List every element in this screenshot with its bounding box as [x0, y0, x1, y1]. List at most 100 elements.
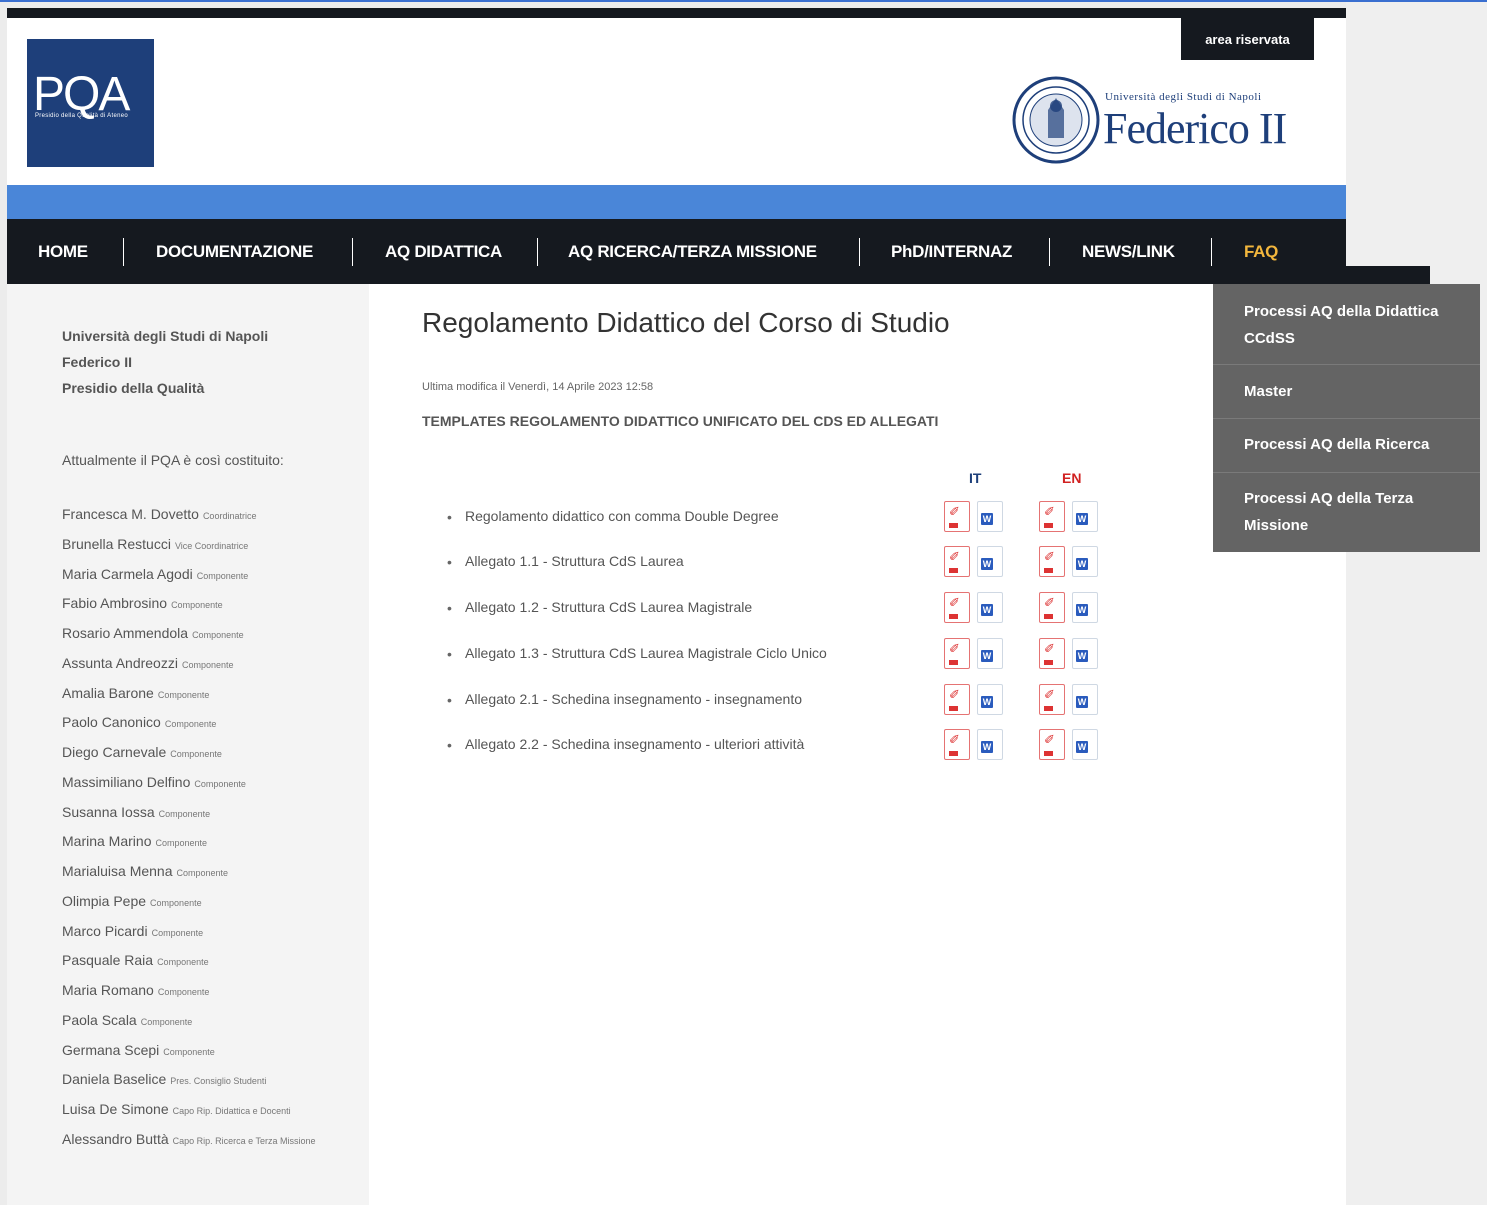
university-seal-icon — [1012, 76, 1100, 164]
word-glyph-icon: W — [981, 741, 993, 753]
last-modified: Ultima modifica il Venerdì, 14 Aprile 20… — [422, 381, 654, 393]
dropdown-item-master[interactable]: Master — [1213, 378, 1480, 405]
university-name-small: Università degli Studi di Napoli — [1105, 91, 1262, 103]
pdf-glyph-icon: ✐ — [1044, 504, 1055, 519]
pdf-glyph-icon: ✐ — [949, 687, 960, 702]
word-file-icon[interactable]: W — [977, 684, 1003, 715]
word-file-icon[interactable]: W — [977, 501, 1003, 532]
window-background — [1346, 2, 1487, 1205]
member-list: Francesca M. Dovetto Coordinatrice Brunell… — [62, 501, 322, 1156]
member-role: Componente — [170, 749, 222, 759]
word-file-icon[interactable]: W — [1072, 638, 1098, 669]
logo-subtext: Presidio della Qualità di Ateneo — [35, 113, 128, 119]
pdf-tag — [1044, 523, 1053, 528]
bullet: • — [447, 600, 452, 616]
dropdown-separator — [1213, 418, 1480, 419]
member-item: Massimiliano Delfino Componente — [62, 769, 322, 799]
word-file-icon[interactable]: W — [1072, 729, 1098, 760]
word-file-icon[interactable]: W — [977, 546, 1003, 577]
pdf-tag — [949, 523, 958, 528]
document-label: Regolamento didattico con comma Double D… — [465, 508, 779, 524]
member-role: Componente — [150, 897, 202, 908]
member-item: Francesca M. Dovetto Coordinatrice — [62, 501, 322, 531]
pdf-glyph-icon: ✐ — [1044, 732, 1055, 747]
member-role: Vice Coordinatrice — [174, 540, 249, 551]
pdf-file-icon[interactable]: ✐ — [944, 546, 970, 577]
member-name: Fabio Ambrosino — [62, 595, 168, 612]
pdf-glyph-icon: ✐ — [949, 641, 960, 656]
pdf-tag — [1044, 751, 1053, 756]
word-file-icon[interactable]: W — [1072, 501, 1098, 532]
word-glyph-icon: W — [1076, 650, 1088, 662]
member-item: Diego Carnevale Componente — [62, 739, 322, 769]
member-item: Olimpia Pepe Componente — [62, 888, 322, 918]
member-item: Brunella Restucci Vice Coordinatrice — [62, 531, 322, 561]
document-row: • Allegato 1.1 - Struttura CdS Laurea ✐ W ✐ W — [447, 546, 1147, 577]
nav-news-link[interactable]: NEWS/LINK — [1082, 219, 1175, 284]
sidebar-heading-line: Università degli Studi di Napoli — [62, 328, 269, 344]
pdf-file-icon[interactable]: ✐ — [1039, 501, 1065, 532]
member-item: Marialuisa Menna Componente — [62, 858, 322, 888]
document-row: • Regolamento didattico con comma Double … — [447, 501, 1147, 532]
sidebar: Università degli Studi di Napoli Federic… — [7, 284, 369, 1205]
dropdown-separator — [1213, 472, 1480, 473]
pdf-file-icon[interactable]: ✐ — [944, 501, 970, 532]
word-file-icon[interactable]: W — [1072, 684, 1098, 715]
pdf-file-icon[interactable]: ✐ — [1039, 729, 1065, 760]
nav-separator — [859, 238, 860, 266]
dropdown-item-didattica[interactable]: Processi AQ della Didattica CCdSS — [1213, 298, 1480, 352]
pdf-file-icon[interactable]: ✐ — [944, 684, 970, 715]
page-title: Regolamento Didattico del Corso di Studi… — [422, 307, 950, 338]
nav-aq-ricerca[interactable]: AQ RICERCA/TERZA MISSIONE — [568, 219, 817, 284]
pdf-file-icon[interactable]: ✐ — [1039, 592, 1065, 623]
member-name: Maria Romano — [62, 982, 154, 998]
word-file-icon[interactable]: W — [977, 592, 1003, 623]
member-name: Assunta Andreozzi — [62, 654, 178, 671]
sidebar-heading-line: Presidio della Qualità — [62, 380, 205, 396]
nav-phd-internaz[interactable]: PhD/INTERNAZ — [891, 219, 1012, 284]
member-name: Rosario Ammendola — [62, 625, 189, 641]
bullet: • — [447, 509, 452, 525]
pdf-file-icon[interactable]: ✐ — [944, 729, 970, 760]
pdf-glyph-icon: ✐ — [949, 504, 960, 519]
pdf-tag — [949, 751, 958, 756]
pdf-tag — [949, 614, 958, 619]
word-file-icon[interactable]: W — [1072, 592, 1098, 623]
pqa-logo[interactable]: PQA Presidio della Qualità di Ateneo — [27, 39, 154, 167]
word-glyph-icon: W — [1076, 513, 1088, 525]
word-glyph-icon: W — [981, 650, 993, 662]
word-file-icon[interactable]: W — [977, 638, 1003, 669]
pdf-glyph-icon: ✐ — [949, 732, 960, 747]
nav-documentazione[interactable]: DOCUMENTAZIONE — [156, 219, 313, 284]
member-name: Massimiliano Delfino — [62, 773, 191, 790]
member-role: Componente — [158, 808, 211, 819]
pdf-file-icon[interactable]: ✐ — [944, 638, 970, 669]
pdf-file-icon[interactable]: ✐ — [1039, 638, 1065, 669]
member-name: Olimpia Pepe — [62, 892, 147, 909]
member-role: Capo Rip. Ricerca e Terza Missione — [172, 1135, 316, 1146]
dropdown-separator — [1213, 364, 1480, 365]
bullet: • — [447, 646, 452, 662]
nav-home[interactable]: HOME — [38, 219, 88, 284]
word-glyph-icon: W — [1076, 741, 1088, 753]
pdf-file-icon[interactable]: ✐ — [1039, 684, 1065, 715]
dropdown-item-ricerca[interactable]: Processi AQ della Ricerca — [1213, 431, 1480, 458]
member-role: Componente — [157, 957, 209, 968]
nav-aq-didattica[interactable]: AQ DIDATTICA — [385, 219, 502, 284]
member-role: Componente — [176, 868, 229, 878]
member-name: Marialuisa Menna — [62, 863, 173, 879]
member-role: Componente — [164, 719, 217, 730]
pdf-file-icon[interactable]: ✐ — [944, 592, 970, 623]
pdf-file-icon[interactable]: ✐ — [1039, 546, 1065, 577]
dropdown-item-terza-missione[interactable]: Processi AQ della Terza Missione — [1213, 485, 1480, 539]
member-name: Pasquale Raia — [62, 952, 154, 969]
area-riservata-button[interactable]: area riservata — [1181, 18, 1314, 60]
word-file-icon[interactable]: W — [1072, 546, 1098, 577]
member-item: Germana Scepi Componente — [62, 1037, 322, 1067]
member-name: Daniela Baselice — [62, 1071, 167, 1088]
member-role: Componente — [140, 1016, 193, 1027]
member-item: Maria Carmela Agodi Componente — [62, 561, 322, 591]
word-glyph-icon: W — [981, 604, 993, 616]
nav-faq[interactable]: FAQ — [1244, 219, 1278, 284]
word-file-icon[interactable]: W — [977, 729, 1003, 760]
